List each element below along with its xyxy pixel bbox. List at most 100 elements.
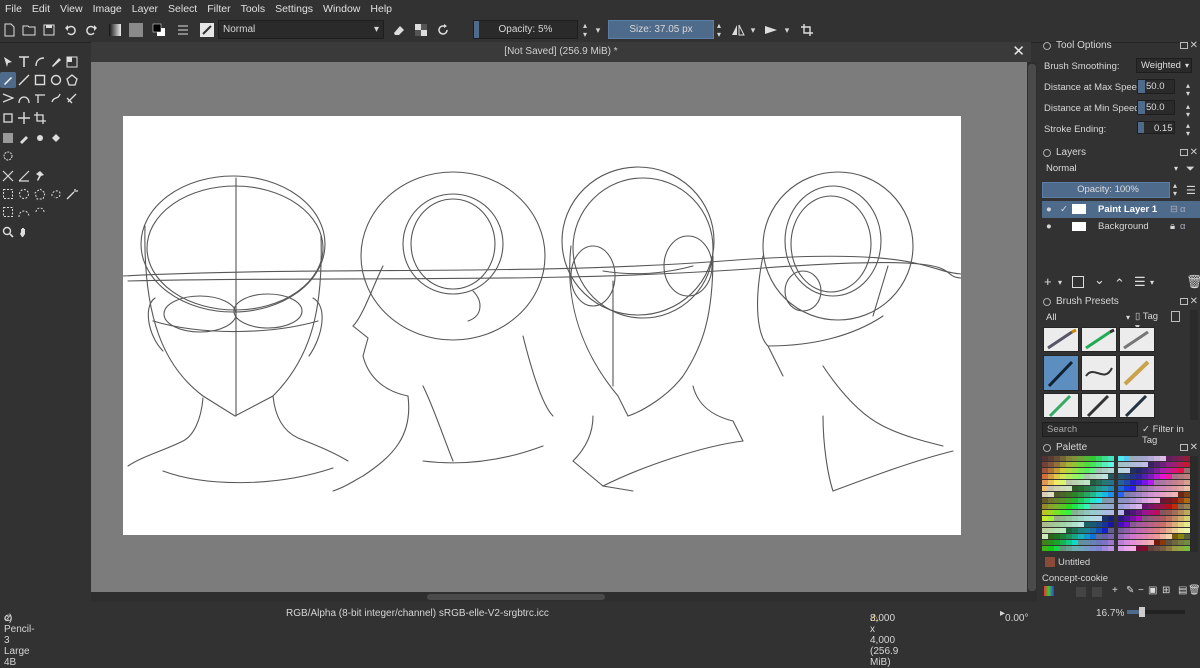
palette-swatch[interactable] (1108, 546, 1114, 551)
palette-swatch[interactable] (1108, 516, 1114, 521)
brush-preset-tile[interactable] (1119, 393, 1155, 418)
magic-wand-icon[interactable] (64, 186, 80, 202)
pan-tool-icon[interactable] (16, 224, 32, 240)
open-document-icon[interactable] (20, 21, 38, 39)
menu-layer[interactable]: Layer (127, 0, 163, 18)
line-tool-icon[interactable] (16, 72, 32, 88)
duplicate-layer-icon[interactable] (1072, 276, 1084, 288)
menu-help[interactable]: Help (365, 0, 397, 18)
palette-swatch[interactable] (1108, 462, 1114, 467)
close-icon[interactable]: ✕ (1190, 294, 1198, 310)
polygon-select-icon[interactable] (32, 186, 48, 202)
float-docker-icon[interactable] (1180, 149, 1188, 156)
delete-palette-icon[interactable]: 🗑︎ (1188, 585, 1200, 596)
freehand-select-icon[interactable] (48, 186, 64, 202)
brush-preset-tile[interactable] (1119, 327, 1155, 352)
transform-icon[interactable] (0, 110, 16, 126)
edit-swatch-icon[interactable]: ✎ (1126, 585, 1134, 596)
close-icon[interactable]: ✕ (1012, 42, 1025, 62)
perspective-grid-icon[interactable] (0, 168, 16, 184)
text-tool-icon[interactable] (16, 54, 32, 70)
chevron-down-icon[interactable]: ▾ (592, 21, 604, 39)
mirror-horizontal-icon[interactable] (729, 21, 747, 39)
menu-settings[interactable]: Settings (270, 0, 318, 18)
brush-preset-tile[interactable] (1081, 355, 1117, 391)
brush-preset-tile[interactable] (1043, 327, 1079, 352)
alpha-lock-icon[interactable] (412, 21, 430, 39)
brush-preset-tile[interactable] (1081, 393, 1117, 418)
eye-icon[interactable]: ● (1046, 201, 1052, 218)
assistant-tool-icon[interactable] (0, 148, 16, 164)
chevron-down-icon[interactable]: ▾ (1058, 274, 1062, 292)
menu-view[interactable]: View (55, 0, 88, 18)
close-icon[interactable]: ✕ (1190, 440, 1198, 456)
palette-swatch[interactable] (1108, 468, 1114, 473)
bezier-select-icon[interactable] (16, 204, 32, 220)
layer-opacity-slider[interactable]: Opacity: 100% (1042, 182, 1170, 198)
reference-pin-icon[interactable] (32, 168, 48, 184)
palette-scrollbar[interactable] (1190, 456, 1198, 552)
freehand-brush-icon[interactable] (0, 72, 16, 88)
new-document-icon[interactable] (0, 21, 18, 39)
float-docker-icon[interactable] (1180, 444, 1188, 451)
size-slider[interactable]: Size: 37.05 px (608, 20, 714, 39)
swatch-icon[interactable] (1092, 587, 1102, 597)
assistant-icon[interactable] (64, 54, 80, 70)
palette-swatch[interactable] (1108, 522, 1114, 527)
menu-filter[interactable]: Filter (202, 0, 235, 18)
import-icon[interactable] (1171, 311, 1180, 322)
zoom-tool-icon[interactable] (0, 224, 16, 240)
brush-preset-tile-selected[interactable] (1043, 355, 1079, 391)
blend-mode-select[interactable]: Normal ▾ (218, 20, 384, 39)
palette-swatch-grid[interactable] (1042, 456, 1190, 552)
vertical-scroll-thumb[interactable] (1028, 64, 1036, 591)
polyline-tool-icon[interactable] (0, 90, 16, 106)
palette-swatch[interactable] (1108, 498, 1114, 503)
multibrush-icon[interactable] (64, 90, 80, 106)
size-spin-icon[interactable]: ▴ ▾ (714, 21, 724, 39)
close-icon[interactable]: ✕ (1190, 145, 1198, 161)
chevron-down-icon[interactable]: ▾ (748, 21, 758, 39)
palette-swatch[interactable] (1108, 492, 1114, 497)
palette-swatch[interactable] (1108, 474, 1114, 479)
select-shapes-icon[interactable] (0, 54, 16, 70)
zoom-value[interactable]: 16.7% (1096, 608, 1124, 619)
magnetic-select-icon[interactable] (32, 204, 48, 220)
smart-patch-icon[interactable] (32, 130, 48, 146)
tool-options-scrollbar[interactable] (1190, 62, 1198, 132)
rect-select-icon[interactable] (0, 186, 16, 202)
eye-icon[interactable]: ● (1046, 218, 1052, 235)
filter-icon[interactable]: ⏷ (1186, 163, 1195, 176)
menu-edit[interactable]: Edit (27, 0, 55, 18)
edit-shapes-icon[interactable] (32, 54, 48, 70)
wrap-around-icon[interactable] (798, 21, 816, 39)
brush-preset-tile[interactable] (1119, 355, 1155, 391)
swatch-icon[interactable] (1076, 587, 1086, 597)
add-swatch-icon[interactable]: + (1112, 585, 1118, 596)
undo-icon[interactable] (62, 21, 80, 39)
crop-tool-icon[interactable] (32, 110, 48, 126)
delete-swatch-icon[interactable]: − (1138, 585, 1144, 596)
max-speed-input[interactable]: 50.0 (1137, 79, 1175, 94)
stroke-ending-input[interactable]: 0.15 (1137, 121, 1175, 134)
document-tab[interactable]: [Not Saved] (256.9 MiB) * ✕ (91, 42, 1031, 62)
color-select-icon[interactable] (0, 204, 16, 220)
brush-filter-select[interactable]: All ▾ (1042, 311, 1132, 326)
float-docker-icon[interactable] (1180, 42, 1188, 49)
alpha-icon[interactable]: α (1180, 201, 1186, 218)
ellipse-tool-icon[interactable] (48, 72, 64, 88)
delete-layer-icon[interactable]: 🗑︎ (1186, 274, 1200, 290)
palette-swatch[interactable] (1108, 528, 1114, 533)
brush-smoothing-select[interactable]: Weighted ▾ (1136, 58, 1192, 73)
spin-arrows-icon[interactable]: ▴ ▾ (1173, 182, 1177, 198)
lock-icon[interactable]: 🔒︎ (1170, 218, 1175, 235)
palette-icon[interactable] (1044, 586, 1054, 596)
lock-icon[interactable]: ⊟ (1170, 201, 1178, 218)
brush-settings-icon[interactable] (174, 21, 192, 39)
redo-icon[interactable] (82, 21, 100, 39)
calligraphy-icon[interactable] (48, 54, 64, 70)
palette-swatch[interactable] (1108, 486, 1114, 491)
freehand-path-icon[interactable] (32, 90, 48, 106)
reload-preset-icon[interactable] (434, 21, 452, 39)
menu-file[interactable]: File (0, 0, 27, 18)
